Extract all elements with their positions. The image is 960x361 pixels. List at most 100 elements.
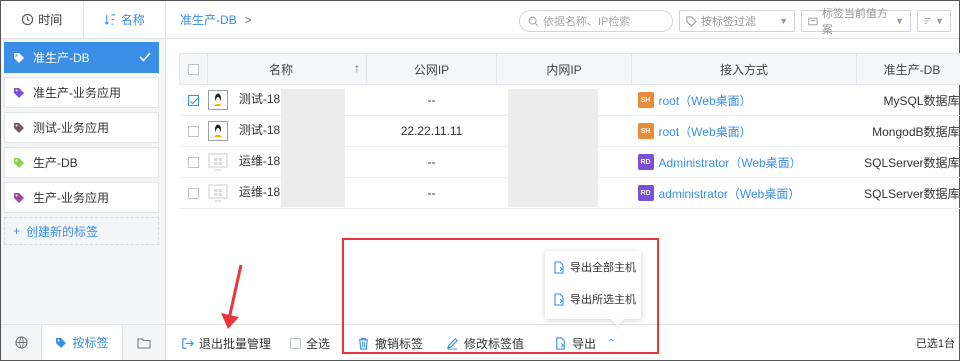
tag-scheme-placeholder: 标签当前值方案 xyxy=(821,8,888,36)
type-column-header: 准生产-DB xyxy=(856,53,960,85)
access-label: administrator（Web桌面） xyxy=(658,186,801,201)
tag-scheme-select[interactable]: 标签当前值方案 ▼ xyxy=(801,8,911,36)
tag-label: 生产-业务应用 xyxy=(33,191,109,205)
public-ip-cell: -- xyxy=(366,177,497,209)
sort-name-label: 名称 xyxy=(120,13,145,27)
folder-view-button[interactable] xyxy=(123,325,165,360)
host-name: 测试-18 xyxy=(238,123,281,138)
linux-icon xyxy=(207,121,228,141)
host-name: 运维-18 xyxy=(238,154,281,169)
row-checkbox[interactable] xyxy=(188,95,199,107)
name-column-header[interactable]: 名称 ↑ xyxy=(207,53,367,85)
tag-filter-placeholder: 按标签过滤 xyxy=(701,16,756,28)
access-link[interactable]: RD administrator（Web桌面） xyxy=(632,185,857,202)
public-ip-cell: -- xyxy=(366,146,497,178)
tag-filter-select[interactable]: 按标签过滤 ▼ xyxy=(679,10,795,32)
windows-icon xyxy=(207,152,228,172)
top-bar: 准生产-DB > 依据名称、IP检索 按标签过滤 ▼ 标签当前值方案 ▼ ▼ xyxy=(167,1,959,39)
tag-icon xyxy=(14,87,24,98)
chevron-down-icon: ▼ xyxy=(779,16,788,26)
access-link[interactable]: RD Administrator（Web桌面） xyxy=(632,154,857,171)
access-label: root（Web桌面） xyxy=(658,124,752,139)
row-checkbox[interactable] xyxy=(188,188,199,200)
header-checkbox-cell xyxy=(179,53,208,85)
tag-item-2[interactable]: 测试-业务应用 xyxy=(4,112,159,143)
db-type-cell: SQLServer数据库 xyxy=(856,177,960,209)
breadcrumb-current[interactable]: 准生产-DB xyxy=(180,11,237,28)
tag-sidebar: 时间 名称 准生产-DB 准生产-业务应用 测试-业务应用 生产-DB 生产-业… xyxy=(1,1,166,360)
tag-icon xyxy=(14,157,24,168)
breadcrumb: 准生产-DB > xyxy=(180,11,252,28)
sort-by-name-button[interactable]: 名称 xyxy=(82,1,166,38)
tag-icon xyxy=(14,122,24,133)
annotation-highlight-box xyxy=(342,238,659,354)
exit-icon xyxy=(182,338,194,349)
search-input[interactable]: 依据名称、IP检索 xyxy=(519,10,673,32)
select-all-checkbox[interactable] xyxy=(290,338,301,349)
sort-asc-icon: ↑ xyxy=(354,60,360,75)
private-ip-column-header: 内网IP xyxy=(496,53,632,85)
sort-order-select[interactable]: ▼ xyxy=(917,10,951,32)
tag-icon xyxy=(56,337,67,348)
sort-time-label: 时间 xyxy=(38,13,63,27)
tag-label: 生产-DB xyxy=(33,156,78,170)
plus-icon: + xyxy=(13,224,21,238)
access-link[interactable]: SH root（Web桌面） xyxy=(632,92,857,109)
search-icon xyxy=(528,16,539,26)
linux-icon xyxy=(207,90,228,110)
tag-view-tab[interactable]: 按标签 xyxy=(41,325,123,360)
row-checkbox[interactable] xyxy=(188,126,199,138)
db-type-cell: SQLServer数据库 xyxy=(856,146,960,178)
host-name: 测试-18 xyxy=(238,92,281,107)
host-name: 运维-18 xyxy=(238,185,281,200)
sort-bar: 时间 名称 xyxy=(1,1,165,39)
tag-label: 准生产-业务应用 xyxy=(33,86,121,100)
tag-scheme-icon xyxy=(808,17,818,25)
sidebar-footer: 按标签 xyxy=(1,324,165,360)
globe-view-button[interactable] xyxy=(1,325,41,360)
access-label: root（Web桌面） xyxy=(658,93,752,108)
db-type-cell: MySQL数据库 xyxy=(856,84,960,116)
ssh-icon: SH xyxy=(637,92,654,108)
tag-tab-label: 按标签 xyxy=(72,336,109,350)
tag-label: 测试-业务应用 xyxy=(33,121,109,135)
ssh-icon: SH xyxy=(637,123,654,139)
tag-item-1[interactable]: 准生产-业务应用 xyxy=(4,77,159,108)
clock-icon xyxy=(22,13,34,26)
chevron-down-icon: ▼ xyxy=(935,16,944,26)
tag-outline-icon xyxy=(686,15,697,27)
sort-by-time-button[interactable]: 时间 xyxy=(1,1,83,38)
rdp-icon: RD xyxy=(637,185,654,201)
select-all-button[interactable]: 全选 xyxy=(290,335,330,352)
tag-item-3[interactable]: 生产-DB xyxy=(4,147,159,178)
tag-item-0[interactable]: 准生产-DB xyxy=(4,42,159,73)
exit-batch-label: 退出批量管理 xyxy=(199,337,272,351)
check-icon xyxy=(139,52,151,62)
tag-icon xyxy=(14,52,24,63)
folder-icon xyxy=(137,337,151,349)
create-tag-button[interactable]: + 创建新的标签 xyxy=(4,217,159,245)
select-all-checkbox[interactable] xyxy=(188,64,199,76)
access-link[interactable]: SH root（Web桌面） xyxy=(632,123,857,140)
tag-label: 准生产-DB xyxy=(33,51,90,65)
create-tag-label: 创建新的标签 xyxy=(26,224,99,239)
tag-item-4[interactable]: 生产-业务应用 xyxy=(4,182,159,213)
tag-icon xyxy=(14,192,24,203)
access-column-header: 接入方式 xyxy=(631,53,857,85)
tag-list: 准生产-DB 准生产-业务应用 测试-业务应用 生产-DB 生产-业务应用 xyxy=(1,39,165,213)
db-type-cell: MongodB数据库 xyxy=(856,115,960,147)
sort-lines-icon xyxy=(924,18,931,24)
public-ip-column-header: 公网IP xyxy=(366,53,497,85)
globe-icon xyxy=(14,336,28,349)
row-checkbox[interactable] xyxy=(188,157,199,169)
table-header-row: 名称 ↑ 公网IP 内网IP 接入方式 准生产-DB xyxy=(179,53,960,85)
breadcrumb-separator: > xyxy=(244,12,252,27)
redaction-block xyxy=(508,89,598,207)
rdp-icon: RD xyxy=(637,154,654,170)
annotation-arrow-icon xyxy=(221,264,243,329)
public-ip-cell: 22.22.11.11 xyxy=(366,115,497,147)
public-ip-cell: -- xyxy=(366,84,497,116)
exit-batch-button[interactable]: 退出批量管理 xyxy=(181,335,271,352)
select-all-label: 全选 xyxy=(306,337,331,351)
access-label: Administrator（Web桌面） xyxy=(658,155,802,170)
